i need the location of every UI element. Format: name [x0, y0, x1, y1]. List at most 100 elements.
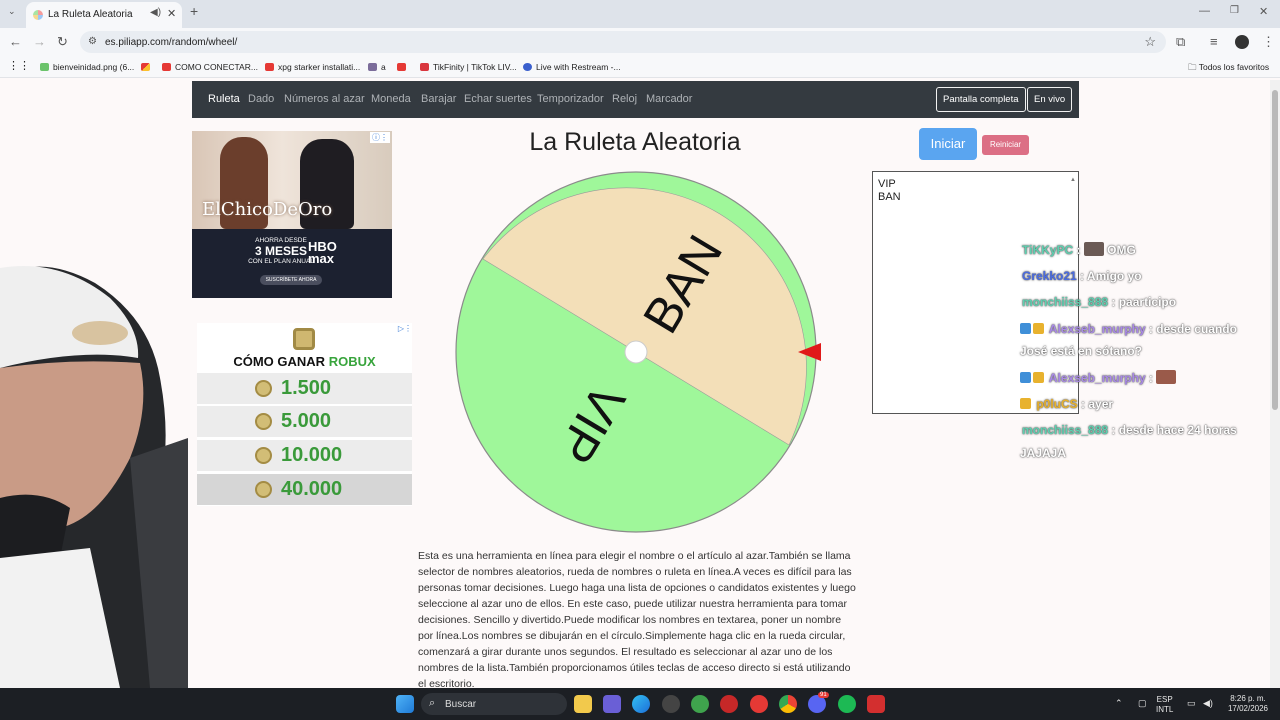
search-icon: ⌕	[429, 697, 436, 709]
extensions-icon[interactable]: ⧉	[1176, 34, 1185, 50]
bookmark-item[interactable]	[397, 62, 410, 72]
chat-message-continued: JAJAJA	[1020, 446, 1067, 460]
subscriber-badge-icon	[1020, 398, 1031, 409]
edge-icon[interactable]	[632, 695, 650, 713]
taskbar: ⌕ Buscar 91 ⌃ ▢ ESP INTL ▭ ◀) 8:26 p. m. 1…	[0, 688, 1280, 720]
fullscreen-button[interactable]: Pantalla completa	[936, 87, 1026, 112]
page-scrollbar[interactable]	[1270, 80, 1280, 688]
robux-ad-banner[interactable]: CÓMO GANAR ROBUX 1.500 5.000 10.000 40.0…	[197, 323, 412, 506]
wheel-hub	[624, 340, 648, 364]
bookmark-item[interactable]: xpg starker installati...	[265, 62, 360, 72]
page-title: La Ruleta Aleatoria	[529, 128, 741, 156]
bookmark-icon	[368, 63, 377, 71]
tab-search-icon[interactable]: ⌄	[8, 6, 16, 17]
reload-icon[interactable]: ↻	[57, 34, 68, 50]
all-bookmarks[interactable]: 🗀 Todos los favoritos	[1188, 62, 1269, 76]
bookmark-item[interactable]: TikFinity | TikTok LIV...	[420, 62, 517, 72]
tray-icon[interactable]: ▢	[1138, 698, 1147, 708]
url-text: es.piliapp.com/random/wheel/	[105, 37, 238, 48]
site-navbar: Ruleta Dado Números al azar Moneda Baraj…	[192, 81, 1079, 118]
moderator-badge-icon	[1020, 323, 1031, 334]
chat-message: TiKKyPC : OMG	[1022, 242, 1136, 257]
reset-button[interactable]: Reiniciar	[982, 135, 1029, 155]
chat-message: Alexseb_murphy : desde cuando	[1020, 322, 1237, 336]
webcam-overlay	[0, 258, 188, 688]
scroll-up-icon[interactable]: ▲	[1070, 174, 1076, 187]
apps-icon[interactable]: ⋮⋮	[8, 59, 30, 72]
discord-badge: 91	[818, 692, 829, 698]
robux-row: 40.000	[197, 474, 412, 505]
bookmark-icon	[40, 63, 49, 71]
volume-icon[interactable]: ◀)	[1203, 698, 1213, 708]
nav-marcador[interactable]: Marcador	[646, 93, 692, 105]
minimize-icon[interactable]: —	[1199, 5, 1210, 17]
spotify-icon[interactable]	[838, 695, 856, 713]
chat-message: Alexseb_murphy :	[1020, 370, 1177, 385]
media-control-icon[interactable]: ≡	[1210, 34, 1218, 49]
github-icon[interactable]	[662, 695, 680, 713]
ad-offer-panel: AHORRA DESDE 3 MESES CON EL PLAN ANUAL H…	[192, 229, 392, 298]
robux-coin-icon	[255, 413, 272, 430]
nav-numeros[interactable]: Números al azar	[284, 93, 365, 105]
chat-emote	[1083, 242, 1104, 256]
robux-coin-icon	[255, 481, 272, 498]
nav-barajar[interactable]: Barajar	[421, 93, 456, 105]
site-info-icon[interactable]: ⚙	[88, 36, 97, 47]
chat-emote	[1156, 370, 1177, 384]
bookmark-item[interactable]: a	[368, 62, 386, 72]
close-tab-icon[interactable]: ✕	[167, 7, 176, 20]
nav-moneda[interactable]: Moneda	[371, 93, 411, 105]
adchoices-icon[interactable]: ⓘ⋮	[370, 132, 390, 143]
live-button[interactable]: En vivo	[1027, 87, 1073, 112]
app-icon[interactable]	[750, 695, 768, 713]
chat-message: monchiiss_888 : paarticipo	[1022, 295, 1177, 309]
windows-start-icon[interactable]	[396, 695, 414, 713]
robux-ad-title: CÓMO GANAR ROBUX	[233, 354, 376, 369]
chat-message: monchiiss_888 : desde hace 24 horas	[1022, 423, 1237, 437]
nav-reloj[interactable]: Reloj	[612, 93, 637, 105]
bookmark-item[interactable]: COMO CONECTAR...	[162, 62, 258, 72]
bookmark-item[interactable]	[141, 62, 154, 72]
chat-message-continued: José está en sótano?	[1020, 344, 1143, 358]
robux-coin-icon	[255, 380, 272, 397]
network-icon[interactable]: ▭	[1187, 698, 1196, 708]
clock[interactable]: 8:26 p. m. 17/02/2026	[1222, 694, 1274, 714]
menu-icon[interactable]: ⋮	[1262, 34, 1275, 50]
taskbar-search[interactable]: ⌕ Buscar	[421, 693, 567, 715]
adchoices-icon[interactable]: ▷⋮	[398, 324, 412, 333]
language-indicator[interactable]: ESP INTL	[1156, 695, 1173, 715]
folder-icon: 🗀	[1188, 62, 1199, 72]
chrome-icon[interactable]	[779, 695, 797, 713]
teams-icon[interactable]	[603, 695, 621, 713]
nav-echar-suertes[interactable]: Echar suertes	[464, 93, 532, 105]
speaker-icon[interactable]: ◀)	[150, 7, 161, 18]
razer-icon[interactable]	[691, 695, 709, 713]
bookmark-item[interactable]: bienveinidad.png (6...	[40, 62, 134, 72]
bookmark-star-icon[interactable]: ☆	[1144, 34, 1156, 50]
tab-strip: ⌄ La Ruleta Aleatoria ◀) ✕ + — ❐ ✕	[0, 0, 1280, 28]
hbo-max-logo: HBO max	[308, 239, 337, 266]
forward-icon[interactable]: →	[33, 34, 46, 49]
url-field[interactable]: ⚙ es.piliapp.com/random/wheel/ ☆	[80, 31, 1166, 53]
bookmark-icon	[141, 63, 150, 71]
file-explorer-icon[interactable]	[574, 695, 592, 713]
close-window-icon[interactable]: ✕	[1259, 5, 1268, 18]
active-app-icon[interactable]	[867, 695, 885, 713]
scrollbar-thumb[interactable]	[1272, 90, 1278, 410]
bookmark-item[interactable]: Live with Restream -...	[523, 62, 621, 72]
robux-row: 5.000	[197, 406, 412, 437]
nav-ruleta[interactable]: Ruleta	[208, 93, 240, 105]
hbo-ad-banner[interactable]: ElChicoDeOro AHORRA DESDE 3 MESES CON EL…	[192, 131, 392, 298]
nav-temporizador[interactable]: Temporizador	[537, 93, 604, 105]
restore-icon[interactable]: ❐	[1230, 5, 1239, 16]
random-wheel[interactable]: BAN VIP	[450, 166, 822, 538]
ad-cta-button[interactable]: SUSCRÍBETE AHORA	[260, 275, 322, 285]
tray-expand-icon[interactable]: ⌃	[1115, 698, 1123, 708]
nav-dado[interactable]: Dado	[248, 93, 274, 105]
browser-tab[interactable]: La Ruleta Aleatoria ◀) ✕	[26, 2, 182, 28]
start-button[interactable]: Iniciar	[919, 128, 977, 160]
profile-avatar[interactable]	[1235, 35, 1249, 49]
new-tab-button[interactable]: +	[190, 3, 198, 19]
back-icon[interactable]: ←	[9, 34, 22, 49]
opera-icon[interactable]	[720, 695, 738, 713]
